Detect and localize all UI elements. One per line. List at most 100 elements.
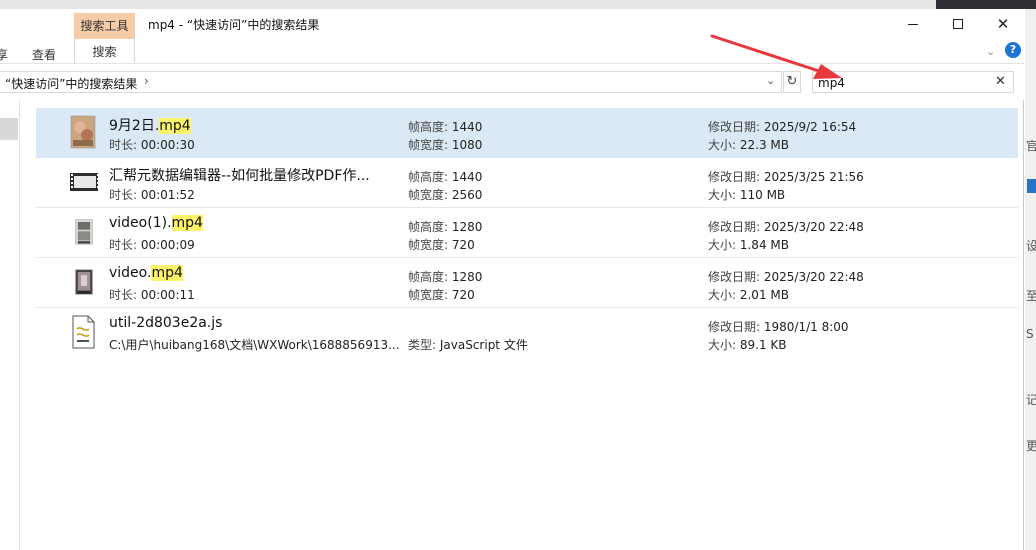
file-type-value: JavaScript 文件: [439, 338, 528, 352]
file-size: 大小: 22.3 MB: [708, 136, 789, 153]
edge-text: 至: [1026, 289, 1036, 303]
file-name-text: video.: [109, 265, 152, 281]
frame-width-value: 2560: [451, 188, 483, 202]
file-name[interactable]: video.mp4: [109, 265, 183, 281]
modified-date: 修改日期: 2025/3/20 22:48: [708, 268, 864, 285]
file-type-label: 类型:: [408, 338, 440, 352]
frame-height-value: 1280: [451, 220, 483, 234]
file-name[interactable]: util-2d803e2a.js: [109, 315, 222, 331]
background-window: [936, 0, 1036, 9]
frame-height: 帧高度: 1280: [408, 268, 482, 285]
modified-date-value: 1980/1/1 8:00: [763, 320, 849, 334]
frame-height-value: 1440: [451, 120, 483, 134]
modified-date-value: 2025/9/2 16:54: [763, 120, 857, 134]
edge-text: 官: [1026, 139, 1036, 153]
search-tools-context-label: 搜索工具: [74, 13, 135, 39]
navigation-pane[interactable]: [0, 100, 20, 550]
edge-text: 记: [1026, 393, 1036, 407]
close-button[interactable]: ✕: [980, 11, 1026, 37]
search-highlight: mp4: [151, 265, 183, 281]
file-size: 大小: 2.01 MB: [708, 286, 789, 303]
duration-label: 时长:: [109, 238, 141, 252]
modified-date-label: 修改日期:: [708, 120, 764, 134]
file-size-value: 2.01 MB: [739, 288, 789, 302]
file-size-value: 22.3 MB: [739, 138, 789, 152]
nav-selected-item[interactable]: [0, 118, 18, 140]
modified-date: 修改日期: 2025/3/25 21:56: [708, 168, 864, 185]
modified-date-value: 2025/3/20 22:48: [763, 220, 864, 234]
duration: 时长: 00:00:09: [109, 236, 195, 253]
modified-date-label: 修改日期:: [708, 270, 764, 284]
javascript-file-icon: [72, 315, 95, 349]
file-size: 大小: 89.1 KB: [708, 336, 787, 353]
window-title: mp4 - “快速访问”中的搜索结果: [148, 18, 320, 32]
modified-date: 修改日期: 2025/9/2 16:54: [708, 118, 856, 135]
frame-height: 帧高度: 1440: [408, 168, 482, 185]
result-row[interactable]: util-2d803e2a.js C:\用户\huibang168\文档\WXW…: [36, 308, 1018, 358]
file-name-text: video(1).: [109, 215, 172, 231]
film-strip-icon: [70, 173, 98, 191]
file-name-text: 汇帮元数据编辑器--如何批量修改PDF作...: [109, 168, 370, 184]
duration-label: 时长:: [109, 188, 141, 202]
result-row[interactable]: video(1).mp4 时长: 00:00:09 帧高度: 1280 帧宽度:…: [36, 208, 1018, 258]
result-row[interactable]: 9月2日.mp4 时长: 00:00:30 帧高度: 1440 帧宽度: 108…: [36, 108, 1018, 158]
modified-date-value: 2025/3/20 22:48: [763, 270, 864, 284]
frame-width: 帧宽度: 2560: [408, 186, 482, 203]
tab-share[interactable]: 享: [0, 46, 8, 63]
minimize-button[interactable]: [890, 11, 936, 37]
frame-width: 帧宽度: 1080: [408, 136, 482, 153]
duration-value: 00:00:30: [140, 138, 195, 152]
maximize-icon: [953, 19, 963, 29]
frame-height-label: 帧高度:: [408, 120, 452, 134]
edge-text: 更: [1026, 439, 1036, 453]
frame-width-label: 帧宽度:: [408, 288, 452, 302]
file-size-label: 大小:: [708, 238, 740, 252]
tab-view[interactable]: 查看: [32, 46, 56, 63]
file-size: 大小: 110 MB: [708, 186, 785, 203]
video-thumbnail-icon: [70, 115, 96, 149]
file-size-value: 110 MB: [739, 188, 786, 202]
file-name-text: util-2d803e2a.js: [109, 315, 223, 331]
frame-width-label: 帧宽度:: [408, 188, 452, 202]
modified-date: 修改日期: 2025/3/20 22:48: [708, 218, 864, 235]
file-name-text: 9月2日.: [109, 118, 160, 134]
frame-height-value: 1440: [451, 170, 483, 184]
frame-height-value: 1280: [451, 270, 483, 284]
frame-width-label: 帧宽度:: [408, 238, 452, 252]
frame-width-value: 720: [451, 288, 475, 302]
ribbon-expand-chevron-icon[interactable]: ⌄: [986, 45, 995, 58]
frame-height-label: 帧高度:: [408, 220, 452, 234]
edge-text: S: [1026, 327, 1034, 341]
modified-date-label: 修改日期:: [708, 220, 764, 234]
duration: 时长: 00:00:11: [109, 286, 195, 303]
frame-height: 帧高度: 1280: [408, 218, 482, 235]
address-row: “快速访问”中的搜索结果 › ⌄ ↻ ✕: [0, 63, 1024, 100]
frame-height-label: 帧高度:: [408, 170, 452, 184]
result-row[interactable]: 汇帮元数据编辑器--如何批量修改PDF作... 时长: 00:01:52 帧高度…: [36, 158, 1018, 208]
search-clear-icon[interactable]: ✕: [995, 74, 1006, 89]
frame-height: 帧高度: 1440: [408, 118, 482, 135]
title-bar: 享 查看 搜索工具 搜索 mp4 - “快速访问”中的搜索结果 ✕ ⌄ ?: [0, 9, 1024, 63]
file-size-label: 大小:: [708, 338, 740, 352]
file-name[interactable]: video(1).mp4: [109, 215, 203, 231]
file-path: C:\用户\huibang168\文档\WXWork\1688856913...: [109, 336, 400, 353]
background-window-edge: 官 设 至 S 记 更: [1025, 9, 1036, 550]
result-row[interactable]: video.mp4 时长: 00:00:11 帧高度: 1280 帧宽度: 72…: [36, 258, 1018, 308]
help-icon[interactable]: ?: [1005, 42, 1021, 58]
top-strip: [0, 0, 1036, 9]
duration-value: 00:00:11: [140, 288, 195, 302]
frame-width-label: 帧宽度:: [408, 138, 452, 152]
edge-accent: [1027, 179, 1036, 193]
file-name[interactable]: 9月2日.mp4: [109, 115, 191, 135]
file-name[interactable]: 汇帮元数据编辑器--如何批量修改PDF作...: [109, 165, 370, 185]
file-type: 类型: JavaScript 文件: [408, 336, 528, 353]
address-chevron-icon[interactable]: ›: [144, 74, 149, 88]
file-size-value: 1.84 MB: [739, 238, 789, 252]
address-path: “快速访问”中的搜索结果: [5, 77, 138, 91]
modified-date: 修改日期: 1980/1/1 8:00: [708, 318, 849, 335]
maximize-button[interactable]: [935, 11, 981, 37]
close-icon: ✕: [996, 15, 1010, 33]
file-size-value: 89.1 KB: [739, 338, 787, 352]
tab-search[interactable]: 搜索: [74, 39, 135, 63]
address-bar[interactable]: “快速访问”中的搜索结果 › ⌄: [0, 71, 782, 93]
